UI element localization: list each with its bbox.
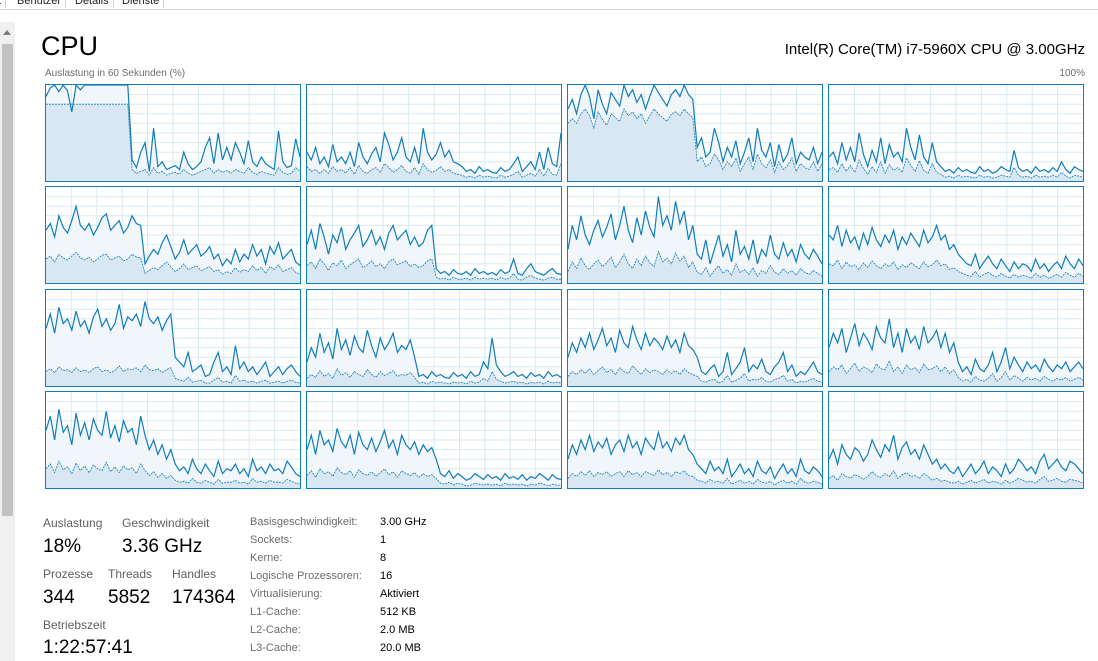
core-graph-svg [568, 187, 822, 283]
info-label-l2-cache: L2-Cache: [250, 624, 301, 636]
info-label-virtualisierung: Virtualisierung: [250, 588, 323, 600]
tab-benutzer[interactable]: Benutzer [13, 0, 67, 8]
vertical-scrollbar[interactable] [0, 22, 15, 661]
scroll-up-arrow-icon[interactable] [3, 30, 11, 35]
prozesse-value: 344 [43, 587, 75, 608]
graph-axis-label: Auslastung in 60 Sekunden (%) [45, 68, 186, 79]
prozesse-label: Prozesse [43, 567, 94, 581]
info-label-basisgeschwindigkeit: Basisgeschwindigkeit: [250, 516, 358, 528]
cpu-core-graph-9 [306, 289, 562, 387]
tab-bar: t Benutzer Details Dienste [0, 0, 1098, 10]
cpu-core-graph-0 [45, 84, 301, 182]
auslastung-value: 18% [43, 536, 82, 557]
auslastung-label: Auslastung [43, 516, 103, 530]
cpu-core-graph-7 [828, 186, 1084, 284]
cpu-core-graph-8 [45, 289, 301, 387]
cpu-core-graph-6 [567, 186, 823, 284]
info-label-sockets: Sockets: [250, 534, 293, 546]
info-value-l1-cache: 512 KB [380, 606, 417, 618]
betriebszeit-value: 1:22:57:41 [43, 637, 133, 658]
geschwindigkeit-label: Geschwindigkeit [122, 516, 210, 530]
info-value-l2-cache: 2.0 MB [380, 624, 415, 636]
cpu-core-graph-14 [567, 391, 823, 489]
cpu-core-graph-2 [567, 84, 823, 182]
handles-label: Handles [172, 567, 217, 581]
betriebszeit-label: Betriebszeit [43, 618, 106, 632]
info-value-l3-cache: 20.0 MB [380, 642, 421, 654]
core-graph-svg [829, 85, 1083, 181]
info-value-virtualisierung: Aktiviert [380, 588, 420, 600]
core-graph-svg [307, 187, 561, 283]
info-value-basisgeschwindigkeit: 3.00 GHz [380, 516, 427, 528]
core-graph-svg [829, 392, 1083, 488]
core-graph-svg [307, 392, 561, 488]
core-graph-svg [307, 290, 561, 386]
core-graph-svg [568, 85, 822, 181]
core-graph-svg [46, 187, 300, 283]
core-graph-svg [46, 85, 300, 181]
core-graph-svg [46, 392, 300, 488]
info-label-logische-prozessoren: Logische Prozessoren: [250, 570, 362, 582]
threads-value: 5852 [108, 587, 151, 608]
cpu-core-graph-3 [828, 84, 1084, 182]
core-graph-svg [829, 290, 1083, 386]
info-label-l1-cache: L1-Cache: [250, 606, 301, 618]
info-value-kerne: 8 [380, 552, 387, 564]
cpu-core-graph-10 [567, 289, 823, 387]
geschwindigkeit-value: 3.36 GHz [122, 536, 203, 557]
tab-partial[interactable]: t [0, 0, 7, 8]
cpu-core-graph-13 [306, 391, 562, 489]
threads-label: Threads [108, 567, 153, 581]
core-graph-svg [568, 392, 822, 488]
cpu-core-graph-1 [306, 84, 562, 182]
core-graph-svg [568, 290, 822, 386]
graph-axis-max-label: 100% [1059, 68, 1085, 79]
info-label-l3-cache: L3-Cache: [250, 642, 301, 654]
scrollbar-thumb[interactable] [2, 44, 13, 516]
cpu-core-graph-4 [45, 186, 301, 284]
core-graph-svg [46, 290, 300, 386]
tab-details[interactable]: Details [71, 0, 114, 8]
info-label-kerne: Kerne: [250, 552, 283, 564]
cpu-model-name: Intel(R) Core(TM) i7-5960X CPU @ 3.00GHz [784, 41, 1085, 58]
core-graph-svg [829, 187, 1083, 283]
core-graph-svg [307, 85, 561, 181]
cpu-core-graph-12 [45, 391, 301, 489]
info-value-logische-prozessoren: 16 [380, 570, 393, 582]
page-title: CPU [41, 31, 99, 61]
info-value-sockets: 1 [380, 534, 387, 546]
cpu-core-graph-15 [828, 391, 1084, 489]
handles-value: 174364 [172, 587, 236, 608]
tab-dienste[interactable]: Dienste [118, 0, 165, 8]
cpu-core-graph-5 [306, 186, 562, 284]
cpu-core-graph-11 [828, 289, 1084, 387]
